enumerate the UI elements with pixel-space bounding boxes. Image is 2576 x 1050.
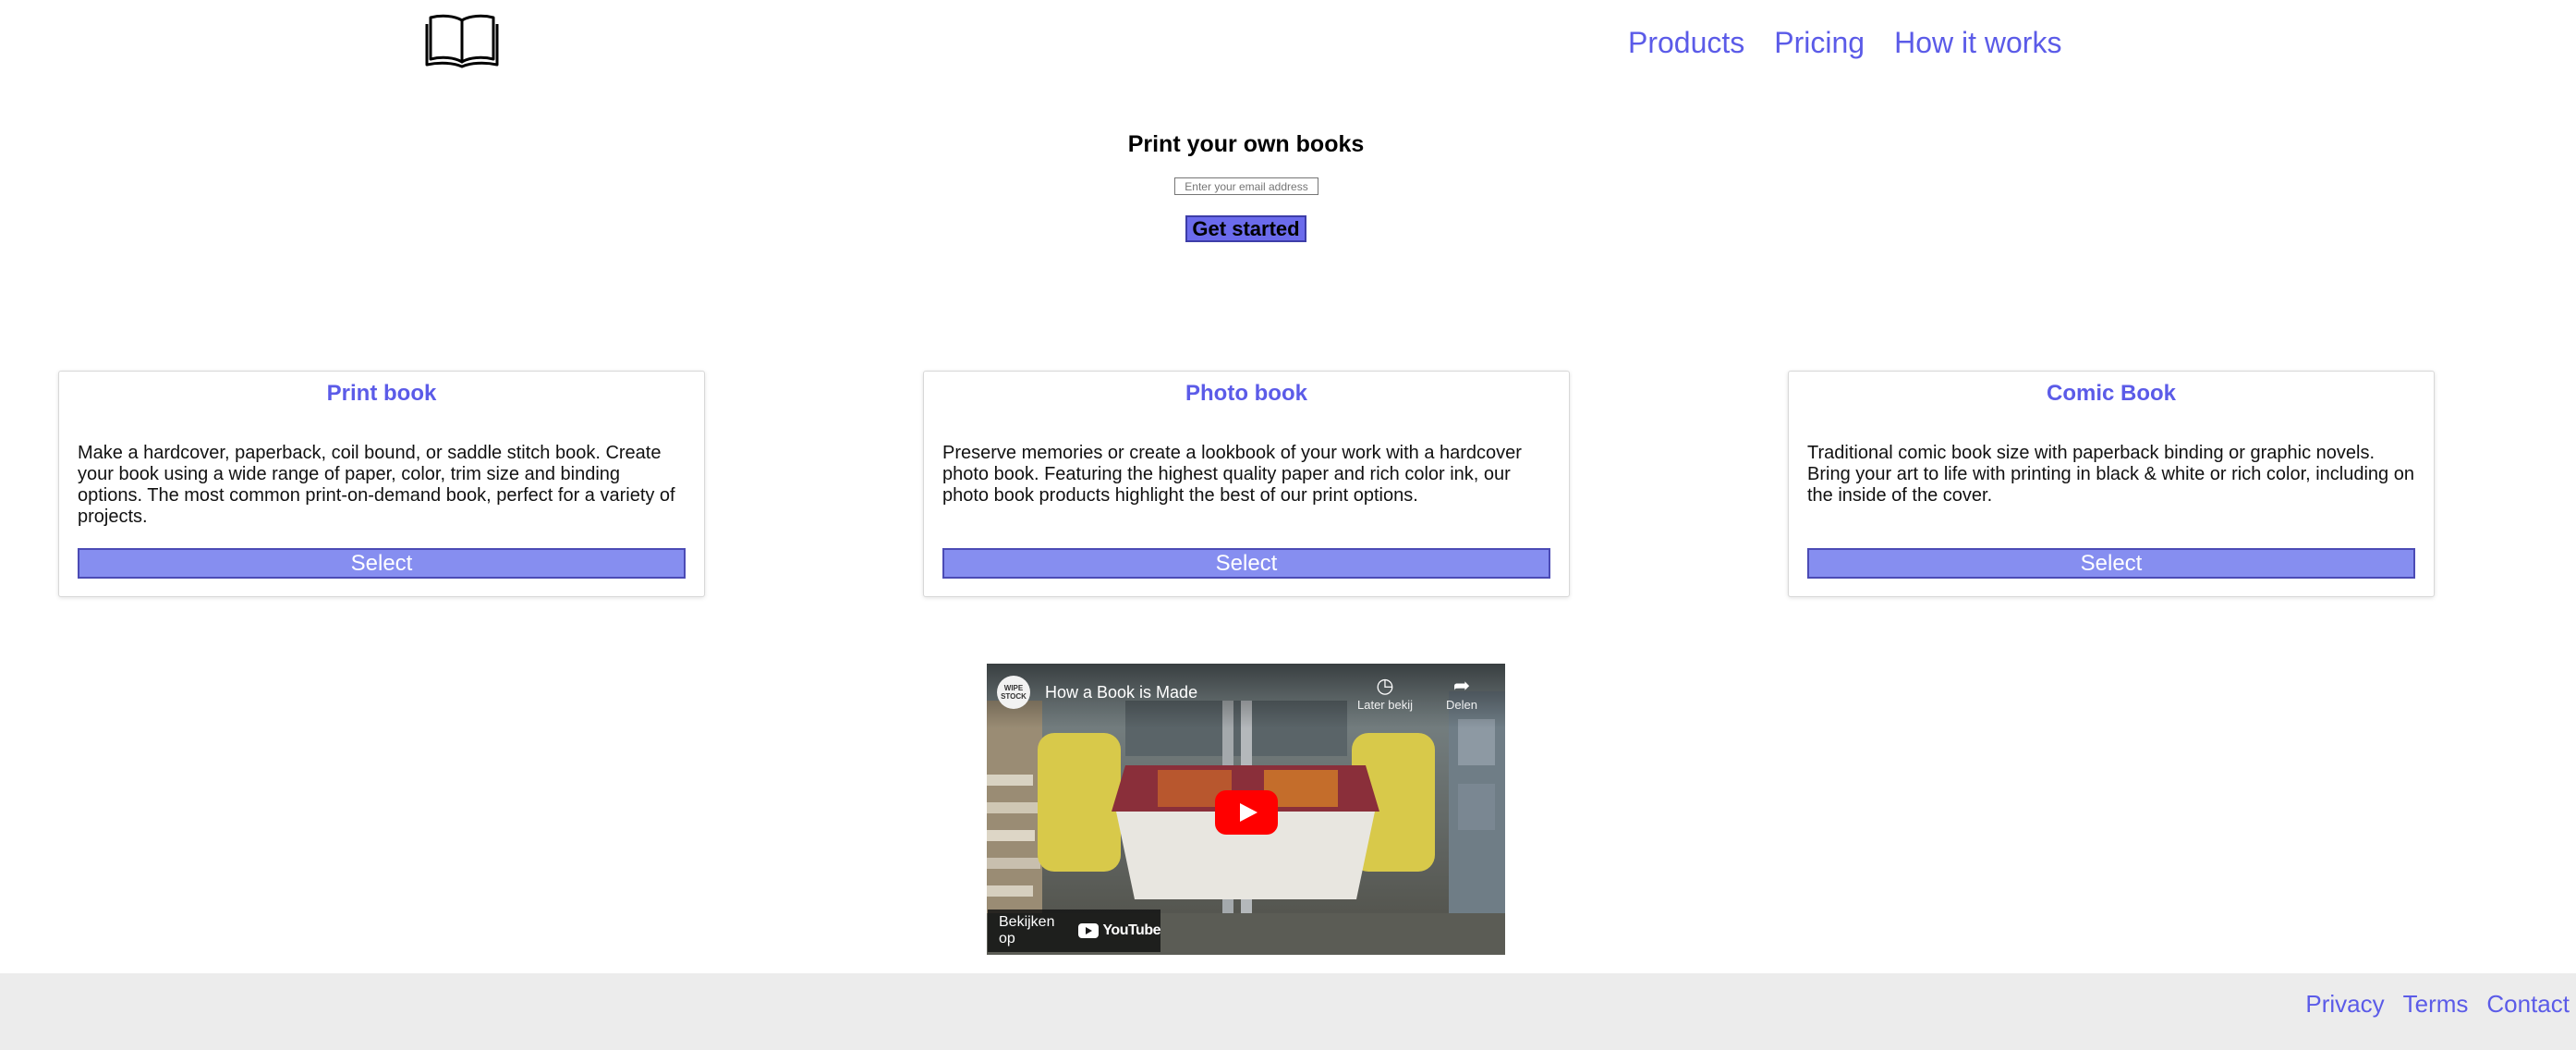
email-input[interactable] bbox=[1174, 177, 1318, 195]
card-title: Photo book bbox=[1185, 381, 1307, 406]
watch-on-youtube-button[interactable]: Bekijken op YouTube bbox=[988, 910, 1160, 952]
hero-title: Print your own books bbox=[1127, 131, 1365, 157]
share-icon: ➦ bbox=[1452, 674, 1471, 697]
photo-book-card: Photo book Preserve memories or create a… bbox=[923, 371, 1570, 597]
clock-icon: ◷ bbox=[1376, 674, 1394, 697]
watch-later-button[interactable]: ◷ Later bekij bbox=[1343, 673, 1427, 712]
nav-pricing-link[interactable]: Pricing bbox=[1774, 24, 1865, 61]
footer-terms-link[interactable]: Terms bbox=[2403, 988, 2469, 1019]
card-description: Make a hardcover, paperback, coil bound,… bbox=[78, 443, 675, 527]
print-book-card: Print book Make a hardcover, paperback, … bbox=[58, 371, 705, 597]
card-title: Print book bbox=[326, 381, 437, 406]
video-title[interactable]: How a Book is Made bbox=[1045, 683, 1197, 702]
footer-privacy-link[interactable]: Privacy bbox=[2305, 988, 2384, 1019]
comic-book-select-button[interactable]: Select bbox=[1807, 548, 2415, 579]
get-started-button[interactable]: Get started bbox=[1185, 215, 1306, 242]
card-description: Traditional comic book size with paperba… bbox=[1807, 443, 2414, 506]
channel-avatar[interactable]: WIPE STOCK bbox=[997, 676, 1030, 709]
comic-book-card: Comic Book Traditional comic book size w… bbox=[1788, 371, 2435, 597]
footer-links: Privacy Terms Contact bbox=[2305, 988, 2570, 1019]
play-icon[interactable] bbox=[1215, 790, 1278, 835]
card-description: Preserve memories or create a lookbook o… bbox=[942, 443, 1522, 506]
video-embed[interactable]: WIPE STOCK How a Book is Made ◷ Later be… bbox=[987, 664, 1505, 955]
watch-later-label: Later bekij bbox=[1357, 698, 1413, 712]
footer: Privacy Terms Contact bbox=[0, 973, 2576, 1050]
nav-products-link[interactable]: Products bbox=[1628, 24, 1744, 61]
share-button[interactable]: ➦ Delen bbox=[1420, 673, 1503, 712]
youtube-icon bbox=[1078, 923, 1100, 938]
print-book-select-button[interactable]: Select bbox=[78, 548, 686, 579]
main-nav: Products Pricing How it works bbox=[1628, 24, 2061, 61]
youtube-wordmark: YouTube bbox=[1102, 922, 1160, 938]
open-book-icon[interactable] bbox=[423, 13, 501, 68]
card-title: Comic Book bbox=[2046, 381, 2176, 406]
footer-contact-link[interactable]: Contact bbox=[2486, 988, 2570, 1019]
youtube-logo: YouTube bbox=[1078, 922, 1160, 939]
watch-on-label: Bekijken op bbox=[999, 914, 1055, 946]
photo-book-select-button[interactable]: Select bbox=[942, 548, 1550, 579]
share-label: Delen bbox=[1446, 698, 1477, 712]
nav-how-it-works-link[interactable]: How it works bbox=[1894, 24, 2061, 61]
